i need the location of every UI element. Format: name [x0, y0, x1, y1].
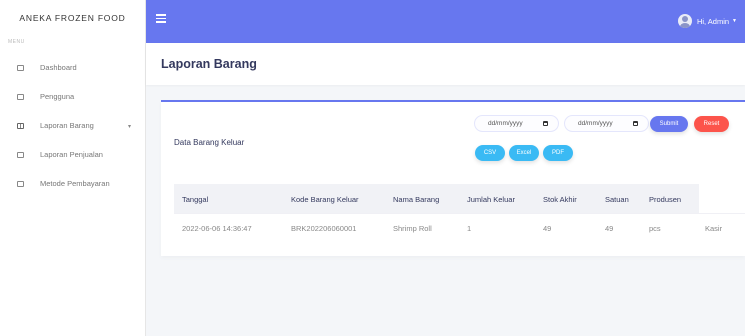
column-header[interactable]: Jumlah Keluar [467, 195, 515, 204]
sidebar-item-label: Metode Pembayaran [40, 179, 110, 188]
reset-button[interactable]: Reset [694, 116, 729, 132]
calendar-icon[interactable] [543, 121, 548, 126]
table-cell: pcs [649, 224, 661, 233]
sidebar-item-label: Pengguna [40, 92, 75, 101]
row-divider [174, 213, 745, 214]
date-to-value: dd/mm/yyyy [578, 120, 613, 127]
column-header[interactable]: Tanggal [182, 195, 208, 204]
date-from-value: dd/mm/yyyy [488, 120, 523, 127]
top-navbar: Hi, Admin ▼ [146, 0, 745, 43]
column-header[interactable]: Stok Akhir [543, 195, 577, 204]
export-pdf-button[interactable]: PDF [543, 145, 573, 161]
column-header[interactable]: Satuan [605, 195, 629, 204]
column-header[interactable]: Kode Barang Keluar [291, 195, 359, 204]
section-header: Laporan Barang [146, 43, 745, 85]
square-icon [17, 93, 24, 100]
export-excel-button[interactable]: Excel [509, 145, 539, 161]
submit-button[interactable]: Submit [650, 116, 688, 132]
sidebar-item-laporan-barang[interactable]: Laporan Barang ▾ [0, 111, 145, 140]
date-from-input[interactable]: dd/mm/yyyy [474, 115, 559, 132]
table-cell: 2022-06-06 14:36:47 [182, 224, 252, 233]
table-header: Tanggal Kode Barang Keluar Nama Barang J… [174, 184, 699, 213]
sidebar-item-label: Laporan Barang [40, 121, 94, 130]
date-to-input[interactable]: dd/mm/yyyy [564, 115, 649, 132]
avatar [677, 14, 692, 28]
table-cell: 49 [543, 224, 552, 233]
table-cell: 49 [605, 224, 614, 233]
chevron-down-icon: ▾ [128, 124, 132, 130]
sidebar-item-metode-pembayaran[interactable]: Metode Pembayaran [0, 169, 145, 198]
sidebar-menu: Dashboard Pengguna Laporan Barang ▾ Lapo… [0, 53, 145, 198]
brand-logo[interactable]: ANEKA FROZEN FOOD [0, 0, 145, 36]
sidebar-item-dashboard[interactable]: Dashboard [0, 53, 145, 82]
menu-toggle-icon[interactable] [156, 14, 166, 23]
table-cell: 1 [467, 224, 472, 233]
sidebar-item-laporan-penjualan[interactable]: Laporan Penjualan [0, 140, 145, 169]
square-icon [17, 151, 24, 158]
columns-icon [17, 122, 24, 129]
report-card: Data Barang Keluar dd/mm/yyyy dd/mm/yyyy… [161, 100, 745, 256]
menu-heading: MENU [8, 39, 25, 45]
table-cell: Kasir [705, 224, 723, 233]
card-title: Data Barang Keluar [174, 138, 245, 147]
export-csv-button[interactable]: CSV [475, 145, 505, 161]
square-icon [17, 64, 24, 71]
calendar-icon[interactable] [633, 121, 638, 126]
sidebar-item-label: Laporan Penjualan [40, 150, 103, 159]
sidebar-item-label: Dashboard [40, 63, 77, 72]
column-header[interactable]: Nama Barang [393, 195, 439, 204]
square-icon [17, 180, 24, 187]
sidebar-item-pengguna[interactable]: Pengguna [0, 82, 145, 111]
user-dropdown[interactable]: Hi, Admin ▼ [677, 10, 737, 32]
page-title: Laporan Barang [161, 57, 257, 71]
caret-down-icon: ▼ [732, 18, 737, 24]
table-cell: BRK202206060001 [291, 224, 357, 233]
table-cell: Shrimp Roll [393, 224, 432, 233]
user-greeting: Hi, Admin [696, 16, 730, 26]
sidebar: ANEKA FROZEN FOOD MENU Dashboard Penggun… [0, 0, 146, 336]
column-header[interactable]: Produsen [649, 195, 681, 204]
